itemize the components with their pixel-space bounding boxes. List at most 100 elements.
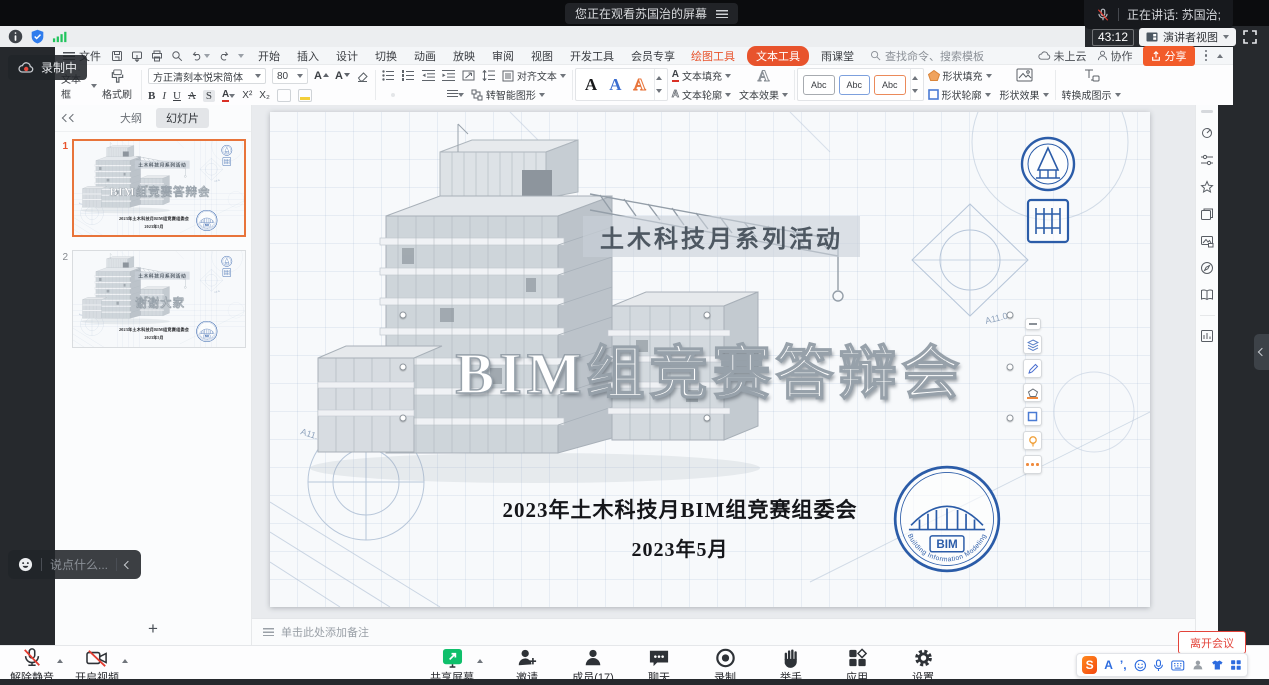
list-level-button[interactable] [445,88,466,102]
convert-diagram-button[interactable]: 转换成图示 [1058,67,1125,103]
text-direction-icon[interactable] [462,70,475,81]
highlight-button[interactable] [298,89,312,102]
decrease-font-button[interactable]: A [335,70,350,82]
invite-button[interactable]: 邀请 [505,648,549,685]
sliders-icon[interactable] [1200,153,1214,167]
selection-handle[interactable] [400,363,407,370]
watching-banner[interactable]: 您正在观看苏国治的屏幕 [565,3,738,24]
leave-meeting-button[interactable]: 离开会议 [1178,631,1246,654]
paragraph-spacing-button[interactable] [436,93,440,97]
text-outline-button[interactable]: A文本轮廓 [672,87,731,102]
rail-handle[interactable] [1201,110,1213,113]
view-mode-selector[interactable]: 演讲者视图 [1139,28,1236,46]
print-preview-icon[interactable] [171,50,183,62]
compass-icon[interactable] [1200,261,1214,275]
sogou-keyboard-icon[interactable] [1171,659,1185,672]
tab-design[interactable]: 设计 [336,48,358,64]
wordart-gallery[interactable]: A A A [575,68,668,101]
align-justify-button[interactable] [409,93,413,97]
text-effect-button[interactable]: A 文本效果 [735,67,792,103]
tab-membership[interactable]: 会员专享 [631,48,675,64]
raise-hand-button[interactable]: 举手 [769,648,813,685]
sogou-account-icon[interactable] [1192,658,1204,672]
wordart-style-2[interactable]: A [603,75,627,95]
chat-input-overlay[interactable]: 说点什么... [8,550,141,579]
tab-home[interactable]: 开始 [258,48,280,64]
record-button[interactable]: 录制 [703,648,747,685]
selection-handle[interactable] [1007,415,1014,422]
subscript-button[interactable]: X₂ [259,90,270,101]
members-button[interactable]: 成员(17) [571,648,615,685]
tab-text-tools-active[interactable]: 文本工具 [747,46,809,66]
tab-insert[interactable]: 插入 [297,48,319,64]
shape-style-3[interactable]: Abc [874,75,906,95]
more-tools-button[interactable] [1023,455,1042,474]
chart-image-icon[interactable] [1200,329,1214,343]
selection-handle[interactable] [400,312,407,319]
font-size-select[interactable]: 80 [272,68,308,84]
add-slide-button[interactable]: + [55,619,251,639]
fullscreen-button[interactable] [1243,30,1257,44]
mic-options-icon[interactable] [57,656,63,663]
collaborate-button[interactable]: 协作 [1097,48,1133,64]
shape-outline-button[interactable]: 形状轮廓 [928,87,991,102]
align-left-button[interactable] [382,93,386,97]
selection-handle[interactable] [400,415,407,422]
sogou-punctuation-toggle[interactable]: ’, [1120,658,1127,672]
collapse-ribbon-icon[interactable] [1217,51,1223,58]
info-icon[interactable] [8,29,23,44]
tab-rain-classroom[interactable]: 雨课堂 [821,48,854,64]
save-icon[interactable] [111,50,123,62]
print-icon[interactable] [151,50,163,62]
strikethrough-button[interactable]: A [188,90,196,102]
tab-outline[interactable]: 大纲 [110,108,152,128]
sidebar-collapse-tab[interactable] [1254,334,1269,370]
sogou-voice-icon[interactable] [1153,658,1164,673]
underline-button[interactable]: U [173,90,181,102]
tab-devtools[interactable]: 开发工具 [570,48,614,64]
shape-format-button[interactable] [1023,383,1042,402]
share-button[interactable]: 分享 [1143,46,1195,66]
phonetic-guide-button[interactable] [277,89,291,102]
swirl-icon[interactable] [1200,126,1214,140]
sogou-logo[interactable]: S [1082,656,1097,674]
increase-font-button[interactable]: A [314,70,329,82]
sogou-skin-icon[interactable] [1211,658,1224,672]
tab-animation[interactable]: 动画 [414,48,436,64]
idea-button[interactable] [1023,431,1042,450]
sogou-mode-toggle[interactable]: A [1104,658,1113,672]
redo-icon[interactable] [218,50,230,62]
align-distribute-button[interactable] [418,93,422,97]
font-color-button[interactable]: A [222,90,235,102]
notes-bar[interactable]: 单击此处添加备注 [252,618,1195,645]
shape-style-1[interactable]: Abc [803,75,835,95]
command-search[interactable]: 查找命令、搜索模板 [870,48,984,64]
selection-handle[interactable] [1007,363,1014,370]
selection-handle[interactable] [703,312,710,319]
align-right-button[interactable] [400,93,404,97]
wordart-style-3[interactable]: A [627,75,651,95]
cloud-status[interactable]: 未上云 [1038,48,1087,64]
settings-button[interactable]: 设置 [901,648,945,685]
start-video-button[interactable]: 开启视频 [75,648,119,685]
chat-button[interactable]: 聊天 [637,648,681,685]
selection-handle[interactable] [1007,312,1014,319]
slide-thumbnail-1[interactable]: 土木科技月系列活动 BIM组竞赛答辩会 2023年土木科技月BIM组竞赛组委会 … [72,139,246,237]
gallery-scroll[interactable] [910,69,920,100]
shape-style-gallery[interactable]: Abc Abc Abc [797,68,924,101]
share-options-icon[interactable] [477,656,483,663]
collapse-panel-icon[interactable] [63,115,76,121]
increase-indent-icon[interactable] [442,70,455,81]
tab-slideshow[interactable]: 放映 [453,48,475,64]
rectangle-button[interactable] [1023,407,1042,426]
pen-button[interactable] [1023,359,1042,378]
more-options-icon[interactable] [1205,50,1208,62]
shape-fill-button[interactable]: 形状填充 [928,68,992,83]
clear-format-icon[interactable] [356,70,369,83]
text-fill-button[interactable]: A文本填充 [672,68,731,83]
sogou-emoji-icon[interactable] [1134,658,1147,673]
image-lock-icon[interactable] [1200,234,1214,248]
superscript-button[interactable]: X² [242,90,252,101]
align-text-button[interactable]: 对齐文本 [502,68,566,83]
tab-slides[interactable]: 幻灯片 [156,108,209,128]
